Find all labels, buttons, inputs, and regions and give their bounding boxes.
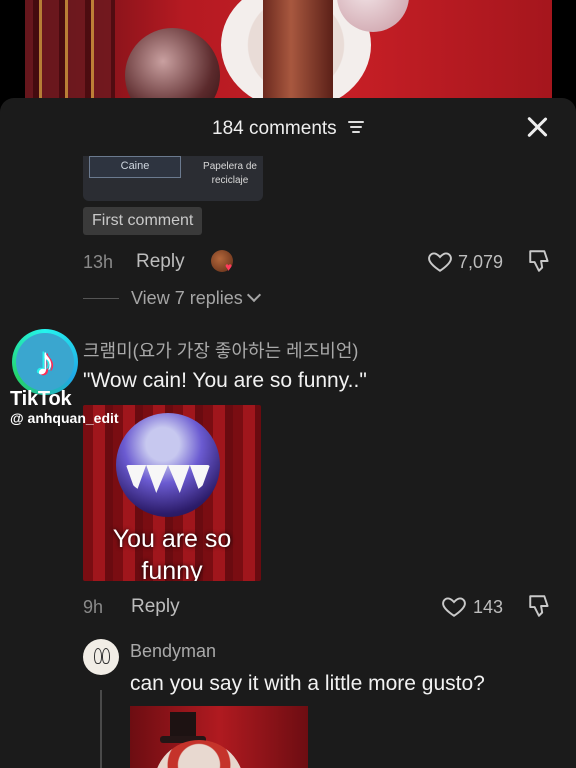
gif-caption: You are so funny [112,525,232,581]
first-comment-badge: First comment [83,207,203,235]
replies-divider [83,298,119,299]
avatar-ear-right [102,648,110,664]
creator-liked-heart-icon: ♥ [225,260,233,274]
image-character [154,740,244,768]
comments-count-title: 184 comments [0,118,576,140]
heart-icon[interactable] [427,248,453,274]
recycle-bin-label: Papelera de reciclaje [203,161,257,186]
reply-button[interactable]: Reply [136,251,185,273]
comment-username[interactable]: 크램미(요가 가장 좋아하는 레즈비언) [83,337,358,363]
video-background[interactable] [0,0,576,110]
comment-gif[interactable]: You are so funny [83,405,261,581]
sheet-header: 184 comments [0,98,576,156]
dislike-icon[interactable] [527,248,553,274]
tiktok-handle: @ anhquan_edit [10,410,119,426]
tiktok-brand: TikTok [10,388,72,410]
like-count: 7,079 [457,252,503,272]
comment-time: 13h [83,252,114,272]
gif-caine-head [116,413,220,517]
tiktok-logo-inner: ♪ [16,333,74,391]
comment-text: "Wow cain! You are so funny.." [83,369,367,392]
reply-button-2[interactable]: Reply [131,596,180,618]
comment-time-2: 9h [83,597,104,617]
thread-line [100,690,102,768]
heart-icon-2[interactable] [441,593,467,619]
dislike-icon-2[interactable] [527,593,553,619]
video-frame[interactable] [25,0,552,110]
sort-filter-icon[interactable] [347,120,364,133]
video-pillar [263,0,333,110]
reply-username[interactable]: Bendyman [130,641,216,662]
gif-teeth [126,465,210,493]
comments-sheet: 184 comments Caine Papelera de reciclaje… [0,98,576,768]
comment-actions-row: 13h Reply ♥ 7,079 [83,248,553,276]
tiktok-logo-icon: ♪ [12,329,78,395]
reply-image[interactable] [130,706,308,768]
comments-count-label: 184 comments [212,118,337,139]
reply-text: can you say it with a little more gusto? [130,672,485,695]
like-count-2: 143 [472,597,503,617]
close-icon[interactable] [526,116,548,138]
comment-actions-row-2: 9h Reply 143 [83,593,553,621]
reply-avatar[interactable] [83,639,119,675]
view-replies-label: View 7 replies [131,288,243,308]
folder-label-caine: Caine [89,156,181,178]
music-note-icon: ♪ [35,340,55,384]
comment-image-desktop[interactable]: Caine Papelera de reciclaje [83,156,263,201]
avatar-ear-left [94,648,102,664]
chevron-down-icon [246,287,261,303]
video-curtain [25,0,115,110]
